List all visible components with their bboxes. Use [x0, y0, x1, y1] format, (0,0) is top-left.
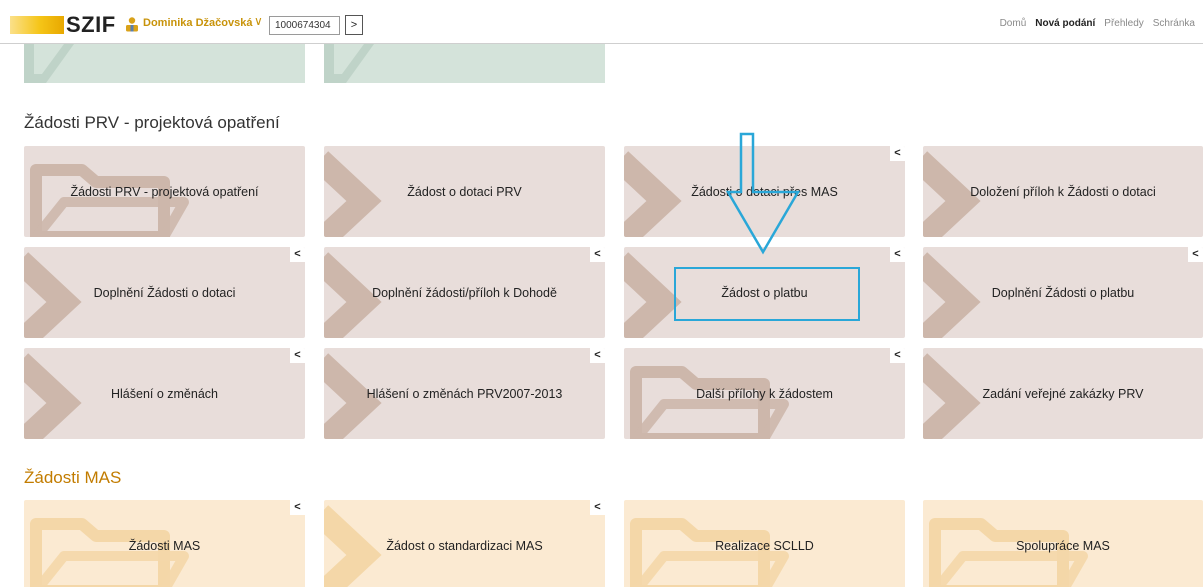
nav-overviews[interactable]: Přehledy	[1104, 18, 1143, 29]
tile-doplneni-zadosti-o-dotaci[interactable]: Doplnění Žádosti o dotaci <	[24, 247, 305, 338]
tile-realizace-sclld[interactable]: Realizace SCLLD	[624, 500, 905, 587]
chevron-down-icon[interactable]: ∨	[254, 14, 263, 28]
nav-inbox[interactable]: Schránka	[1153, 18, 1195, 29]
user-name[interactable]: Dominika Džačovská	[143, 17, 252, 29]
partial-tile[interactable]	[24, 44, 305, 83]
tile-label: Doplnění žádosti/příloh k Dohodě	[372, 285, 557, 300]
top-bar: SZIF Dominika Džačovská ∨ > Domů Nová po…	[0, 0, 1203, 44]
tile-label: Zadání veřejné zakázky PRV	[982, 386, 1144, 401]
tile-hlaseni-o-zmenach[interactable]: Hlášení o změnách <	[24, 348, 305, 439]
collapse-icon[interactable]: <	[290, 348, 305, 363]
tile-label: Hlášení o změnách	[110, 386, 218, 401]
nav-home[interactable]: Domů	[1000, 18, 1027, 29]
annotation-highlight-box	[674, 267, 860, 321]
chevron-decoration	[324, 44, 374, 83]
szif-logo-stripe	[10, 16, 64, 34]
section-title-mas: Žádosti MAS	[24, 468, 122, 487]
partial-tile[interactable]	[324, 44, 605, 83]
tile-label: Žádosti PRV - projektová opatření	[70, 184, 259, 199]
user-icon	[126, 17, 138, 32]
tile-label: Spolupráce MAS	[1016, 538, 1110, 553]
tile-label: Žádost o standardizaci MAS	[386, 538, 543, 553]
nav-new-submissions[interactable]: Nová podání	[1035, 18, 1095, 29]
chevron-decoration	[24, 44, 74, 83]
tile-zadost-o-standardizaci-mas[interactable]: Žádost o standardizaci MAS <	[324, 500, 605, 587]
collapse-icon[interactable]: <	[590, 247, 605, 262]
collapse-icon[interactable]: <	[890, 348, 905, 363]
tile-dolozeni-priloh-k-zadosti-o-dotaci[interactable]: Doložení příloh k Žádosti o dotaci	[923, 146, 1203, 237]
tile-zadosti-mas[interactable]: Žádosti MAS <	[24, 500, 305, 587]
annotation-arrow	[725, 132, 801, 255]
go-button[interactable]: >	[345, 15, 363, 35]
tile-label: Doplnění Žádosti o platbu	[991, 285, 1135, 300]
tile-zadani-verejne-zakazky-prv[interactable]: Zadání veřejné zakázky PRV	[923, 348, 1203, 439]
tile-label: Doložení příloh k Žádosti o dotaci	[970, 184, 1156, 199]
subject-id-input[interactable]	[269, 16, 340, 35]
tile-spoluprace-mas[interactable]: Spolupráce MAS	[923, 500, 1203, 587]
collapse-icon[interactable]: <	[590, 500, 605, 515]
tile-doplneni-zadosti-o-platbu[interactable]: Doplnění Žádosti o platbu <	[923, 247, 1203, 338]
tile-label: Hlášení o změnách PRV2007-2013	[366, 386, 563, 401]
tile-hlaseni-o-zmenach-prv2007-2013[interactable]: Hlášení o změnách PRV2007-2013 <	[324, 348, 605, 439]
tile-label: Žádost o dotaci PRV	[407, 184, 522, 199]
szif-logo[interactable]: SZIF	[66, 12, 116, 38]
collapse-icon[interactable]: <	[1188, 247, 1203, 262]
tile-zadost-o-dotaci-prv[interactable]: Žádost o dotaci PRV	[324, 146, 605, 237]
main-nav: Domů Nová podání Přehledy Schránka	[1000, 18, 1195, 29]
tile-label: Žádosti MAS	[128, 538, 201, 553]
tile-dalsi-prilohy-k-zadostem[interactable]: Další přílohy k žádostem <	[624, 348, 905, 439]
section-title-prv: Žádosti PRV - projektová opatření	[24, 113, 280, 132]
collapse-icon[interactable]: <	[590, 348, 605, 363]
tile-label: Realizace SCLLD	[715, 538, 814, 553]
collapse-icon[interactable]: <	[290, 247, 305, 262]
tile-label: Další přílohy k žádostem	[696, 386, 833, 401]
tile-zadosti-prv-projektova-opatreni[interactable]: Žádosti PRV - projektová opatření	[24, 146, 305, 237]
tile-label: Doplnění Žádosti o dotaci	[93, 285, 236, 300]
tile-doplneni-zadosti-priloh-k-dohode[interactable]: Doplnění žádosti/příloh k Dohodě <	[324, 247, 605, 338]
collapse-icon[interactable]: <	[890, 146, 905, 161]
collapse-icon[interactable]: <	[890, 247, 905, 262]
collapse-icon[interactable]: <	[290, 500, 305, 515]
